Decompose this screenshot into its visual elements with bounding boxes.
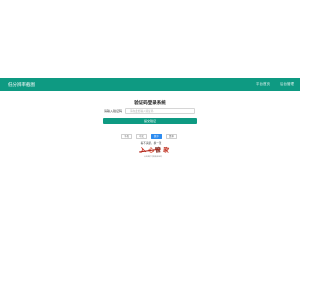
tab-letters[interactable]: 字母: [121, 134, 132, 139]
page-title: 验证码登录系统: [134, 100, 166, 105]
tab-arithmetic[interactable]: 算术: [166, 134, 177, 139]
captcha-field-label: 请输入验证码: [104, 109, 123, 113]
captcha-char: 家: [161, 146, 170, 155]
tab-numbers[interactable]: 数字: [151, 134, 162, 139]
refresh-hint[interactable]: 看不清楚，换一张: [136, 142, 166, 146]
nav-link-home[interactable]: 平台首页: [256, 81, 270, 88]
captcha-note: 点击图片可刷新验证码: [144, 156, 162, 158]
tab-chinese[interactable]: 中文: [136, 134, 147, 139]
captcha-image[interactable]: 入 心 管 家: [139, 146, 170, 155]
captcha-field-row: 请输入验证码 请在此处输入验证码: [103, 108, 197, 115]
captcha-input[interactable]: 请在此处输入验证码: [125, 108, 195, 114]
brand-title: 低分辨率截图: [8, 82, 35, 87]
submit-button[interactable]: 提交验证: [103, 118, 197, 124]
captcha-mode-tabs: 字母 中文 数字 算术: [121, 134, 177, 139]
nav-link-admin[interactable]: 后台管理: [280, 81, 294, 88]
nav-links: 平台首页 后台管理: [256, 81, 294, 88]
top-navbar: 低分辨率截图 平台首页 后台管理: [0, 78, 300, 91]
